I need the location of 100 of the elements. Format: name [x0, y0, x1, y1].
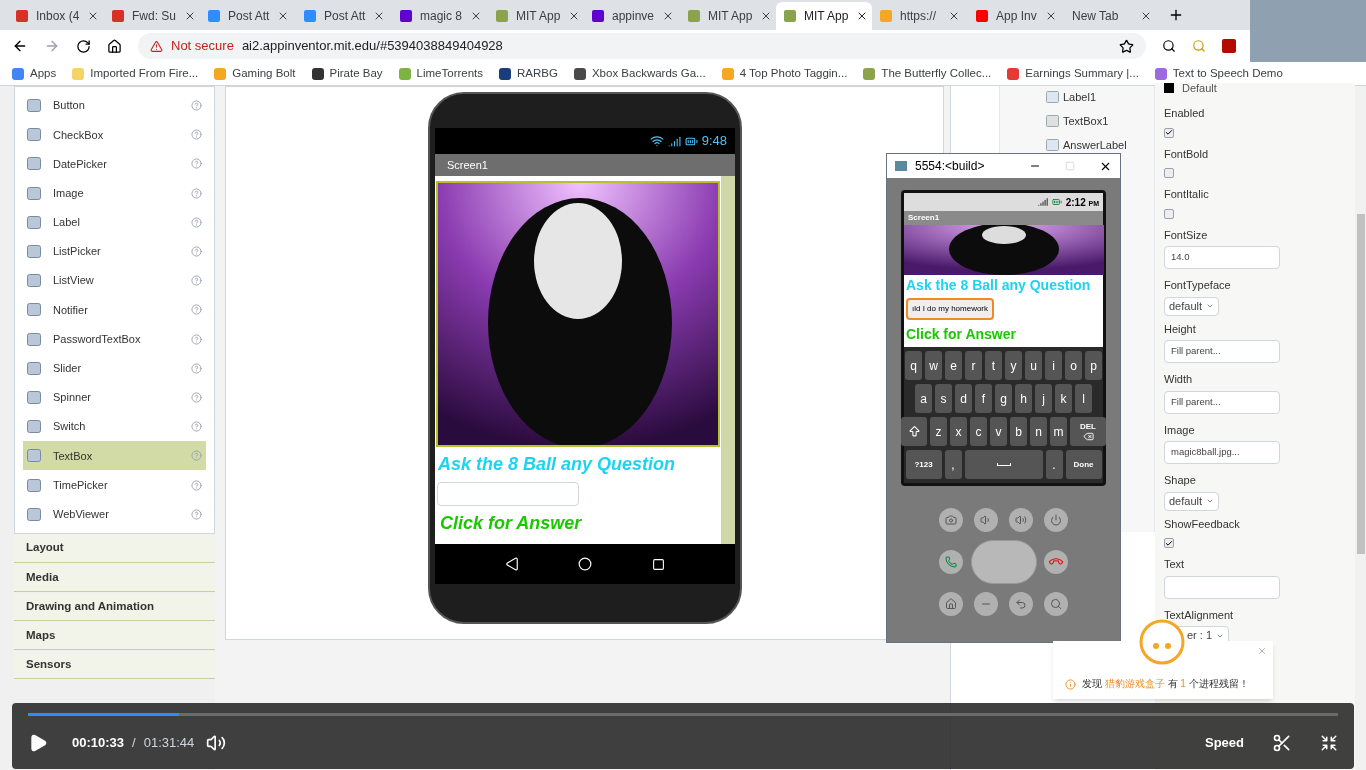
palette-item[interactable]: Image — [23, 178, 206, 208]
property-input[interactable]: Fill parent... — [1164, 340, 1280, 363]
browser-tab[interactable]: magic 8 — [392, 2, 488, 30]
speed-button[interactable]: Speed — [1205, 732, 1244, 753]
address-field[interactable]: Not secure ai2.appinventor.mit.edu/#5394038849404928 — [138, 33, 1146, 59]
keyboard-key[interactable]: d — [955, 384, 972, 413]
keyboard-key[interactable]: ?123 — [905, 450, 942, 479]
new-tab-icon[interactable] — [1168, 7, 1184, 23]
keyboard-key[interactable]: h — [1015, 384, 1032, 413]
palette-item[interactable]: CheckBox — [23, 120, 206, 150]
bookmark[interactable]: Xbox Backwards Ga... — [573, 64, 706, 83]
keyboard-key[interactable]: s — [935, 384, 952, 413]
palette-item[interactable]: TimePicker — [23, 470, 206, 500]
bookmark[interactable]: RARBG — [499, 64, 558, 83]
bookmark[interactable]: Imported From Fire... — [72, 64, 199, 83]
help-icon[interactable] — [191, 100, 202, 112]
property-input[interactable]: magic8ball.jpg... — [1164, 441, 1280, 464]
keyboard-key[interactable]: g — [995, 384, 1012, 413]
keyboard-key[interactable]: i — [1045, 351, 1062, 380]
property-input[interactable] — [1164, 575, 1280, 599]
checkbox[interactable] — [1164, 538, 1174, 548]
dpad-button[interactable] — [970, 540, 1037, 584]
keyboard-key[interactable]: z — [930, 417, 947, 446]
checkbox[interactable] — [1164, 127, 1174, 138]
help-icon[interactable] — [191, 158, 202, 170]
help-icon[interactable] — [191, 187, 202, 199]
keyboard-key[interactable]: b — [1010, 417, 1027, 446]
palette-item[interactable]: Notifier — [23, 295, 206, 325]
browser-tab[interactable]: appinve — [584, 2, 680, 30]
browser-tab[interactable]: New Tab — [1064, 2, 1160, 30]
help-icon[interactable] — [191, 304, 202, 316]
help-icon[interactable] — [191, 391, 202, 403]
palette-item[interactable]: Button — [23, 91, 206, 121]
keyboard-key[interactable]: . — [1045, 450, 1063, 479]
hardware-button[interactable] — [1044, 508, 1069, 532]
keyboard-key[interactable]: c — [970, 417, 987, 446]
keyboard-key[interactable]: w — [925, 351, 942, 380]
bookmark[interactable]: Gaming Bolt — [214, 64, 296, 83]
maximize-icon[interactable] — [1065, 161, 1075, 171]
help-icon[interactable] — [191, 508, 202, 520]
help-icon[interactable] — [191, 129, 202, 141]
back-icon[interactable] — [504, 557, 519, 571]
help-icon[interactable] — [191, 246, 202, 258]
keyboard-key[interactable]: x — [950, 417, 967, 446]
palette-category[interactable]: Sensors — [14, 650, 215, 680]
checkbox[interactable] — [1164, 168, 1174, 178]
browser-tab[interactable]: https:// — [872, 2, 968, 30]
keyboard-key[interactable] — [901, 417, 927, 446]
help-icon[interactable] — [191, 450, 202, 462]
browser-tab[interactable]: Post Att — [200, 2, 296, 30]
reload-icon[interactable] — [76, 38, 91, 54]
help-icon[interactable] — [191, 421, 202, 433]
shrink-icon[interactable] — [1320, 733, 1338, 752]
keyboard-key[interactable]: o — [1065, 351, 1082, 380]
keyboard-key[interactable]: t — [985, 351, 1002, 380]
palette-item[interactable]: PasswordTextBox — [23, 324, 206, 354]
browser-tab[interactable]: Post Att — [296, 2, 392, 30]
hardware-button[interactable] — [938, 592, 963, 616]
call-button[interactable] — [938, 550, 963, 574]
end-call-button[interactable] — [1044, 550, 1069, 574]
bookmark[interactable]: Earnings Summary |... — [1007, 64, 1139, 83]
pdf-extension-icon[interactable] — [1222, 39, 1236, 53]
keyboard-key[interactable]: , — [944, 450, 962, 479]
keyboard-key[interactable]: Done — [1065, 450, 1102, 479]
browser-tab[interactable]: MIT App — [776, 2, 872, 30]
keyboard-key[interactable]: p — [1085, 351, 1102, 380]
help-icon[interactable] — [191, 275, 202, 287]
property-select[interactable]: default — [1164, 491, 1220, 511]
keyboard-key[interactable]: q — [905, 351, 922, 380]
keyboard-key[interactable]: e — [945, 351, 962, 380]
forward-icon[interactable] — [44, 38, 60, 54]
palette-item[interactable]: TextBox — [23, 441, 206, 471]
bookmark[interactable]: Pirate Bay — [311, 64, 383, 83]
bookmark[interactable]: 4 Top Photo Taggin... — [721, 64, 848, 83]
home-icon[interactable] — [107, 38, 122, 54]
color-swatch[interactable] — [1164, 83, 1174, 93]
keyboard-key[interactable]: DEL — [1070, 417, 1106, 446]
bookmark[interactable]: LimeTorrents — [398, 64, 484, 83]
browser-tab[interactable]: App Inv — [968, 2, 1064, 30]
palette-category[interactable]: Drawing and Animation — [14, 592, 215, 622]
component-tree-item[interactable]: AnswerLabel — [1046, 137, 1154, 153]
keyboard-key[interactable]: a — [915, 384, 932, 413]
palette-item[interactable]: ListPicker — [23, 236, 206, 267]
palette-category[interactable]: Maps — [14, 621, 215, 651]
keyboard-key[interactable]: u — [1025, 351, 1042, 380]
hardware-button[interactable] — [1044, 592, 1069, 616]
extension-icon[interactable] — [1162, 39, 1176, 53]
help-icon[interactable] — [191, 479, 202, 491]
bookmark[interactable]: Text to Speech Demo — [1154, 64, 1283, 83]
help-icon[interactable] — [191, 362, 202, 374]
component-tree-item[interactable]: Label1 — [1046, 89, 1154, 105]
keyboard-key[interactable]: j — [1035, 384, 1052, 413]
close-icon[interactable] — [1140, 10, 1152, 22]
palette-category[interactable]: Media — [14, 563, 215, 592]
keyboard-key[interactable]: y — [1005, 351, 1022, 380]
hardware-button[interactable] — [938, 508, 963, 532]
keyboard-key[interactable]: f — [975, 384, 992, 413]
property-input[interactable]: 14.0 — [1164, 246, 1280, 269]
checkbox[interactable] — [1164, 208, 1174, 219]
text-input[interactable] — [437, 482, 579, 506]
